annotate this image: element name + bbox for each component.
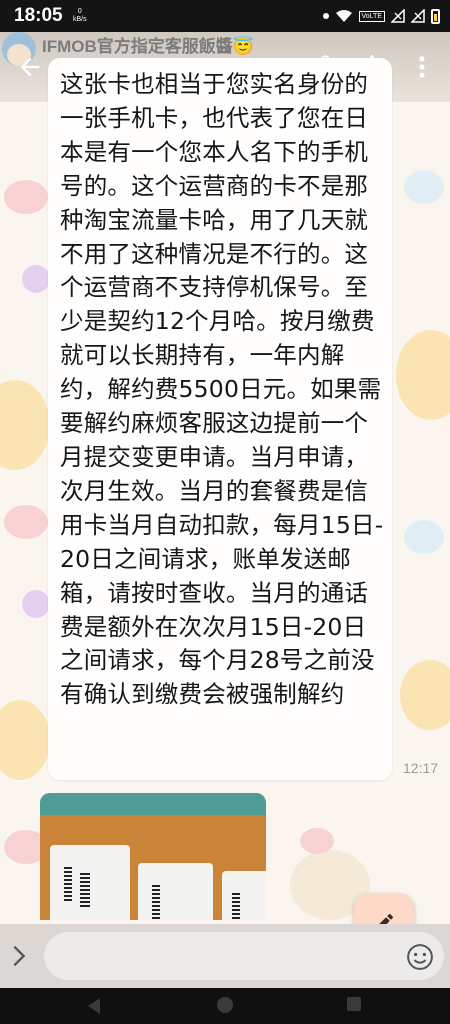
sim-card-photo bbox=[50, 845, 130, 920]
status-bar: 18:05 0 kB/s VoLTE bbox=[0, 0, 450, 32]
network-speed-value: 0 bbox=[77, 8, 82, 15]
wallpaper-decoration bbox=[404, 520, 444, 554]
more-vert-icon[interactable] bbox=[412, 53, 432, 81]
sim-card-photo bbox=[222, 871, 266, 920]
chevron-right-icon[interactable] bbox=[8, 942, 30, 970]
sim-card-photo bbox=[138, 863, 213, 920]
wallpaper-decoration bbox=[404, 170, 444, 204]
wallpaper-decoration bbox=[396, 330, 450, 420]
message-input-bar bbox=[0, 924, 450, 988]
wallpaper-decoration bbox=[4, 180, 48, 214]
wallpaper-decoration bbox=[4, 505, 48, 539]
status-time: 18:05 bbox=[14, 5, 63, 26]
barcode bbox=[152, 885, 160, 920]
chat-title[interactable]: IFMOB官方指定客服飯醬😇 bbox=[42, 32, 254, 57]
network-speed-unit: kB/s bbox=[73, 16, 87, 23]
message-bubble[interactable]: 这张卡也相当于您实名身份的一张手机卡，也代表了您在日本是有一个您本人名下的手机号… bbox=[48, 58, 392, 780]
nav-home-icon[interactable] bbox=[214, 994, 236, 1016]
notification-dot-icon bbox=[322, 13, 329, 19]
wallpaper-decoration bbox=[0, 700, 50, 780]
message-timestamp: 12:17 bbox=[403, 760, 439, 776]
nav-back-icon[interactable] bbox=[84, 996, 104, 1016]
image-message[interactable] bbox=[40, 793, 266, 920]
back-arrow-icon[interactable] bbox=[16, 53, 44, 81]
wallpaper-decoration bbox=[300, 828, 334, 854]
volte-badge: VoLTE bbox=[358, 10, 385, 22]
wallpaper-decoration bbox=[22, 590, 50, 618]
wallpaper-decoration bbox=[400, 660, 450, 730]
smiley-icon[interactable] bbox=[405, 942, 435, 972]
nav-recents-icon[interactable] bbox=[344, 994, 364, 1014]
message-text: 这张卡也相当于您实名身份的一张手机卡，也代表了您在日本是有一个您本人名下的手机号… bbox=[60, 70, 384, 709]
barcode bbox=[64, 867, 72, 903]
wifi-icon bbox=[335, 10, 352, 22]
status-icons: VoLTE bbox=[322, 7, 440, 25]
message-input[interactable] bbox=[44, 932, 444, 980]
barcode bbox=[80, 873, 90, 909]
battery-icon bbox=[431, 8, 440, 24]
wallpaper-decoration bbox=[0, 380, 50, 470]
network-speed: 0 kB/s bbox=[73, 8, 87, 24]
wallpaper-decoration bbox=[22, 265, 50, 293]
signal-icon bbox=[391, 9, 405, 23]
system-navigation-bar bbox=[0, 988, 450, 1024]
image-background-strip bbox=[40, 793, 266, 815]
barcode bbox=[232, 893, 240, 920]
signal-2-icon bbox=[411, 9, 425, 23]
